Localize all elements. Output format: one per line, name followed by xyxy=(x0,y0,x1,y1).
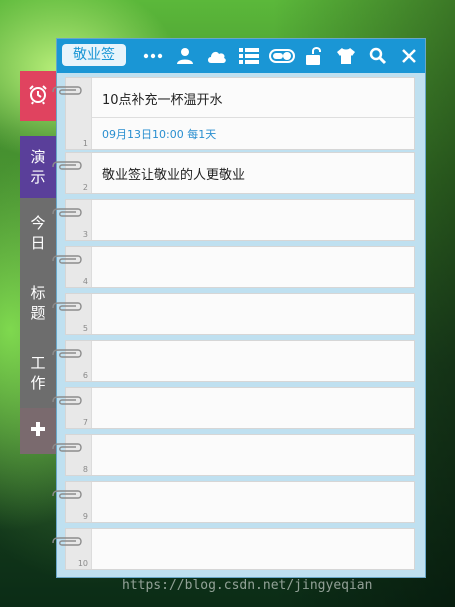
paper-clip-icon xyxy=(52,443,82,455)
alarm-clock-icon xyxy=(27,83,49,110)
row-number: 1 xyxy=(82,139,88,148)
plus-icon xyxy=(29,420,47,443)
toolbar: 敬业签 xyxy=(57,39,425,73)
row-number: 5 xyxy=(82,324,88,333)
note-window: 敬业签 10点补充一杯温开水 09月13日10:00 每1天 1 敬业签让敬业的… xyxy=(52,38,426,578)
row-number: 10 xyxy=(77,559,88,568)
close-icon[interactable] xyxy=(398,45,420,67)
list-icon[interactable] xyxy=(238,45,260,67)
list-item[interactable]: 4 xyxy=(52,246,415,288)
list-item[interactable]: 3 xyxy=(52,199,415,241)
list-item[interactable]: 9 xyxy=(52,481,415,523)
list-item[interactable]: 8 xyxy=(52,434,415,476)
unlock-icon[interactable] xyxy=(303,45,325,67)
paper-clip-icon xyxy=(52,255,82,267)
tab-work[interactable]: 工作 xyxy=(20,338,56,408)
row-number: 6 xyxy=(82,371,88,380)
row-divider xyxy=(92,117,414,118)
row-number: 8 xyxy=(82,465,88,474)
paper-clip-icon xyxy=(52,302,82,314)
row-number: 3 xyxy=(82,230,88,239)
paper-clip-icon xyxy=(52,396,82,408)
tab-reminders[interactable] xyxy=(20,71,56,121)
row-number: 9 xyxy=(82,512,88,521)
list-item[interactable]: 敬业签让敬业的人更敬业 2 xyxy=(52,152,415,194)
list-item[interactable]: 10 xyxy=(52,528,415,570)
user-icon[interactable] xyxy=(174,45,196,67)
paper-clip-icon xyxy=(52,349,82,361)
note-text: 10点补充一杯温开水 xyxy=(102,93,223,108)
row-number: 2 xyxy=(82,183,88,192)
row-number: 7 xyxy=(82,418,88,427)
more-icon[interactable] xyxy=(142,45,164,67)
list-item[interactable]: 6 xyxy=(52,340,415,382)
paper-clip-icon xyxy=(52,208,82,220)
add-tab-button[interactable] xyxy=(20,408,56,454)
reminder-text: 09月13日10:00 每1天 xyxy=(102,128,217,141)
paper-clip-icon xyxy=(52,537,82,549)
tab-title[interactable]: 标题 xyxy=(20,268,56,338)
list-item[interactable]: 10点补充一杯温开水 09月13日10:00 每1天 1 xyxy=(52,77,415,150)
list-item[interactable]: 5 xyxy=(52,293,415,335)
brand-button[interactable]: 敬业签 xyxy=(62,44,126,66)
tab-demo[interactable]: 演示 xyxy=(20,136,56,198)
shirt-icon[interactable] xyxy=(335,45,357,67)
toggle-icon[interactable] xyxy=(269,45,295,67)
row-number: 4 xyxy=(82,277,88,286)
tab-today[interactable]: 今日 xyxy=(20,198,56,268)
list-item[interactable]: 7 xyxy=(52,387,415,429)
paper-clip-icon xyxy=(52,161,82,173)
tab-title-label: 标题 xyxy=(30,284,46,322)
paper-clip-icon xyxy=(52,86,82,98)
tab-demo-label: 演示 xyxy=(30,148,46,186)
watermark: https://blog.csdn.net/jingyeqian xyxy=(122,578,373,593)
tab-today-label: 今日 xyxy=(30,214,46,252)
tab-work-label: 工作 xyxy=(30,354,46,392)
search-icon[interactable] xyxy=(367,45,389,67)
note-text: 敬业签让敬业的人更敬业 xyxy=(102,168,246,183)
cloud-icon[interactable] xyxy=(206,45,228,67)
paper-clip-icon xyxy=(52,490,82,502)
